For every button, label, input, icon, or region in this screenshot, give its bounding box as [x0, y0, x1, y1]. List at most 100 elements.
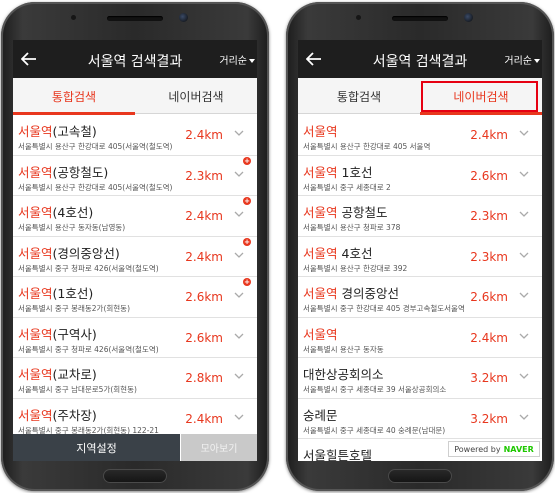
front-camera [179, 13, 188, 22]
chevron-down-icon[interactable] [519, 129, 529, 137]
dropdown-triangle-icon [534, 58, 540, 63]
item-title-highlight: 서울역 [18, 407, 53, 423]
speaker-grille [392, 16, 448, 21]
chevron-down-icon[interactable] [519, 210, 529, 218]
add-badge-icon[interactable]: + [243, 156, 251, 165]
item-title: 서울역 [303, 121, 338, 140]
item-title-highlight: 서울역 [18, 205, 53, 220]
item-title-suffix: (공항철도) [52, 164, 109, 180]
naver-logo: NAVER [503, 444, 534, 454]
chevron-down-icon[interactable] [519, 170, 529, 178]
list-item[interactable]: 서울역(고속철) 서울특별시 용산구 한강대로 405(서울역(철도역) 2.4km [13, 115, 257, 156]
item-title-suffix: (1호선) [52, 286, 94, 301]
item-title-suffix: (4호선) [52, 205, 94, 220]
list-item[interactable]: 서울역 경의중앙선 서울특별시 중구 한강대로 405 경부고속철도서울역 2.6k… [298, 277, 542, 318]
item-title: 서울역 공항철도 [303, 202, 388, 221]
list-item[interactable]: 서울역(구역사) 서울특별시 중구 청파로 426(서울역(철도역) 2.6km [13, 317, 257, 358]
list-item[interactable]: 대한상공회의소서울특별시 중구 세종대로 39 서울상공회의소 3.2km [298, 358, 542, 399]
app-header: 서울역 검색결과 거리순 [13, 40, 257, 78]
collect-view-button[interactable]: 모아보기 [181, 434, 257, 461]
item-title: 서울역 1호선 [303, 162, 372, 181]
item-address: 서울특별시 용산구 한강대로 405(서울역(철도역) [18, 182, 173, 192]
chevron-down-icon[interactable] [519, 372, 529, 380]
chevron-down-icon[interactable] [519, 332, 529, 340]
item-distance: 2.3km [470, 209, 508, 223]
tab-integrated-search[interactable]: 통합검색 [13, 78, 135, 115]
tab-naver-search[interactable]: 네이버검색 [135, 78, 257, 114]
home-button[interactable] [103, 469, 167, 483]
chevron-down-icon[interactable] [234, 332, 244, 340]
item-title: 서울역(1호선) [18, 283, 93, 302]
item-address: 서울특별시 중구 한강대로 405 경부고속철도서울역 [303, 304, 465, 313]
powered-by-naver-badge: Powered by NAVER [448, 441, 540, 457]
item-title-suffix: 4호선 [337, 245, 373, 261]
chevron-down-icon[interactable] [234, 251, 244, 259]
item-title-suffix: 경의중앙선 [337, 286, 399, 301]
item-address: 서울특별시 중구 청파로 426(서울역(철도역) [18, 263, 159, 273]
add-badge-icon[interactable]: + [243, 197, 251, 205]
add-badge-icon[interactable]: + [243, 278, 251, 286]
item-title: 서울힐튼호텔 [303, 445, 372, 461]
list-item[interactable]: 서울역(주차장) 서울특별시 중구 봉래동2가(회현동) 122-21 2.4km [13, 398, 257, 439]
item-address: 서울특별시 용산구 한강대로 405(서울역(철도역) [18, 142, 173, 151]
item-distance: 2.6km [470, 168, 508, 183]
list-item[interactable]: 서울역(공항철도) 서울특별시 용산구 한강대로 405(서울역(철도역) 2.3k… [13, 155, 257, 196]
chevron-down-icon[interactable] [234, 291, 244, 299]
item-distance: 2.4km [185, 249, 223, 264]
item-title-suffix: (구역사) [52, 326, 97, 342]
list-item[interactable]: 서울역(경의중앙선) 서울특별시 중구 청파로 426(서울역(철도역) 2.4km… [13, 236, 257, 277]
list-item[interactable]: 서울역 1호선 서울특별시 중구 세종대로 2 2.6km [298, 155, 542, 196]
item-address: 서울특별시 용산구 한강대로 392 [303, 263, 408, 273]
tab-naver-search[interactable]: 네이버검색 [420, 78, 542, 115]
search-tabs: 통합검색 네이버검색 [13, 78, 257, 115]
item-address: 서울특별시 용산구 동자동(남영동) [18, 223, 126, 232]
tab-integrated-search[interactable]: 통합검색 [298, 78, 420, 114]
item-title-suffix: 서울힐튼호텔 [303, 448, 373, 461]
chevron-down-icon[interactable] [234, 413, 244, 421]
list-item[interactable]: 서울역(1호선) 서울특별시 중구 봉래동2가(회현동) 2.6km + [13, 277, 257, 318]
right-phone-frame: 서울역 검색결과 거리순 통합검색 네이버검색 서울역 서울특별시 용산구 한강대… [286, 2, 554, 491]
chevron-down-icon[interactable] [234, 372, 244, 380]
item-distance: 3.2km [470, 371, 508, 385]
sort-dropdown[interactable]: 거리순 [504, 52, 540, 67]
list-item[interactable]: 서울역 4호선 서울특별시 용산구 한강대로 392 2.3km [298, 236, 542, 277]
region-settings-button[interactable]: 지역설정 [13, 434, 180, 461]
chevron-down-icon[interactable] [519, 413, 529, 421]
item-title-suffix: 대한상공회의소 [303, 367, 384, 382]
item-address: 서울특별시 중구 세종대로 39 서울상공회의소 [303, 385, 447, 394]
item-title: 서울역(교차로) [18, 364, 97, 383]
right-screen: 서울역 검색결과 거리순 통합검색 네이버검색 서울역 서울특별시 용산구 한강대… [298, 40, 542, 461]
item-distance: 2.8km [185, 371, 223, 385]
home-button[interactable] [388, 469, 452, 483]
app-header: 서울역 검색결과 거리순 [298, 40, 542, 78]
item-title: 서울역(구역사) [18, 324, 97, 343]
item-address: 서울특별시 중구 봉래동2가(회현동) [18, 304, 130, 313]
list-item[interactable]: 서울역 공항철도 서울특별시 용산구 청파로 378 2.3km [298, 196, 542, 237]
list-item[interactable]: 서울역(교차로) 서울특별시 중구 남대문로5가(회현동) 2.8km [13, 358, 257, 399]
list-item[interactable]: 서울역 서울특별시 용산구 동자동 2.4km [298, 317, 542, 358]
left-screen: 서울역 검색결과 거리순 통합검색 네이버검색 서울역(고속철) 서울특별시 용산… [13, 40, 257, 461]
add-badge-icon[interactable]: + [243, 237, 251, 246]
item-title-highlight: 서울역 [18, 286, 53, 301]
list-item[interactable]: 서울역 서울특별시 용산구 한강대로 405 서울역 2.4km [298, 115, 542, 156]
sort-dropdown[interactable]: 거리순 [219, 52, 255, 67]
search-tabs: 통합검색 네이버검색 [298, 78, 542, 115]
item-title-suffix: 숭례문 [303, 407, 338, 423]
left-phone-frame: 서울역 검색결과 거리순 통합검색 네이버검색 서울역(고속철) 서울특별시 용산… [1, 2, 269, 491]
item-title-suffix: (경의중앙선) [52, 245, 120, 261]
item-title: 서울역(주차장) [18, 405, 97, 424]
chevron-down-icon[interactable] [519, 251, 529, 259]
chevron-down-icon[interactable] [234, 129, 244, 137]
chevron-down-icon[interactable] [519, 291, 529, 299]
item-distance: 2.6km [185, 290, 223, 304]
list-item[interactable]: 서울역(4호선) 서울특별시 용산구 동자동(남영동) 2.4km + [13, 196, 257, 237]
chevron-down-icon[interactable] [234, 170, 244, 178]
proximity-sensor [71, 15, 76, 20]
front-camera [464, 13, 473, 22]
item-title: 서울역 [303, 324, 338, 343]
result-list: 서울역(고속철) 서울특별시 용산구 한강대로 405(서울역(철도역) 2.4km… [13, 115, 257, 439]
item-address: 서울특별시 중구 세종대로 2 [303, 182, 391, 192]
item-title-suffix: (교차로) [52, 367, 97, 382]
chevron-down-icon[interactable] [234, 210, 244, 218]
list-item[interactable]: 숭례문 서울특별시 중구 세종대로 40 숭례문(남대문) 3.2km [298, 398, 542, 439]
